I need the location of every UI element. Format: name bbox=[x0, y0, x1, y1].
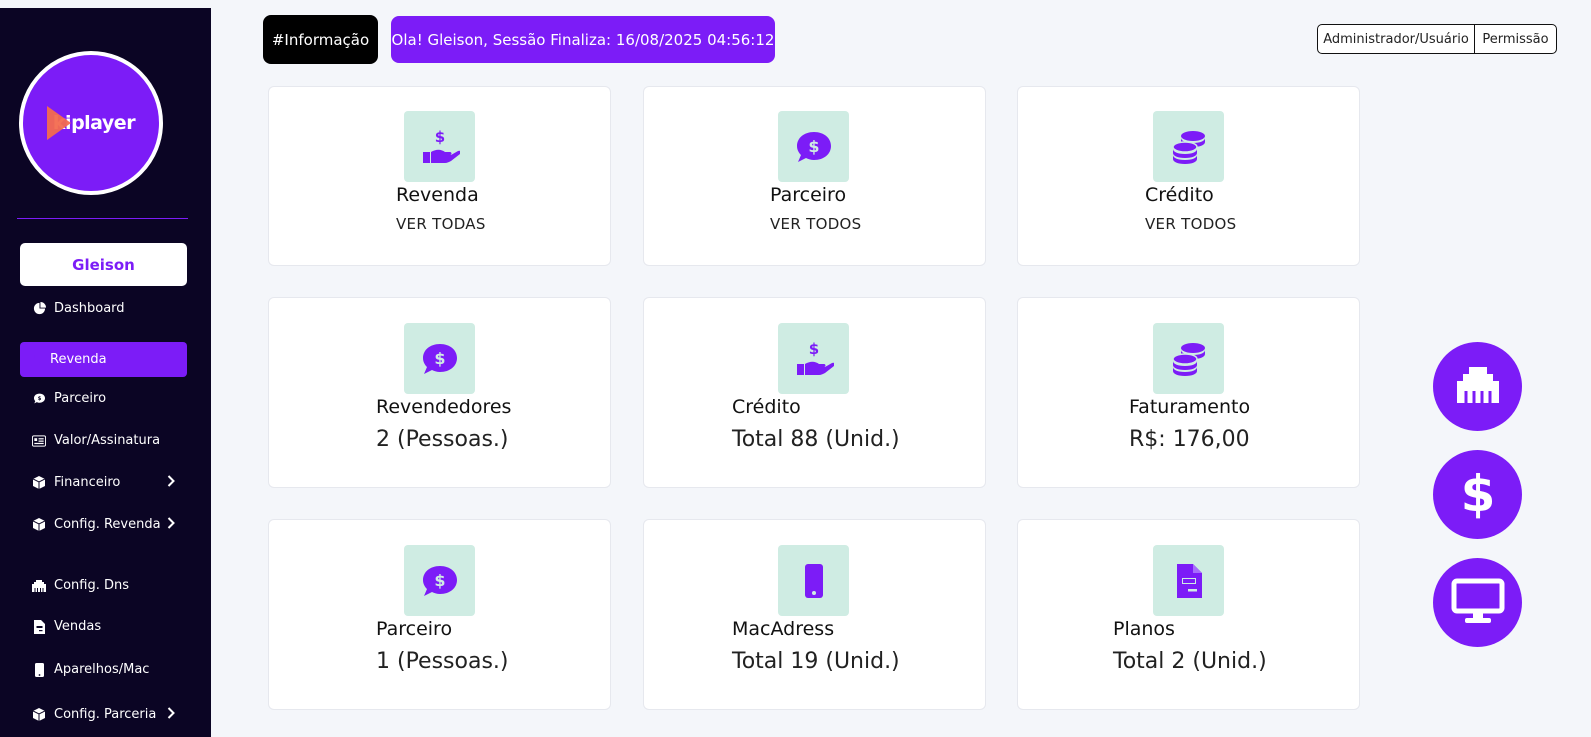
comment-dollar-icon bbox=[778, 111, 849, 182]
logo-mark: kiplayer bbox=[46, 106, 136, 140]
coins-icon bbox=[1153, 323, 1224, 394]
info-badge[interactable]: #Informação bbox=[263, 15, 378, 64]
permission-button[interactable]: Permissão bbox=[1474, 24, 1557, 54]
card-value: 1 (Pessoas.) bbox=[376, 649, 509, 674]
card-title: Parceiro bbox=[376, 618, 453, 640]
sidebar-item-label: Parceiro bbox=[54, 391, 107, 406]
logo[interactable]: kiplayer bbox=[19, 51, 163, 195]
sidebar-item-label: Config. Revenda bbox=[54, 517, 161, 532]
mobile-icon bbox=[32, 662, 46, 677]
card-planos: Planos Total 2 (Unid.) bbox=[1017, 519, 1360, 710]
view-all-link[interactable]: VER TODOS bbox=[770, 215, 861, 233]
sidebar-item-valor-assinatura[interactable]: Valor/Assinatura bbox=[20, 423, 187, 458]
sidebar-item-parceiro[interactable]: $ Parceiro bbox=[20, 381, 187, 416]
comment-dollar-icon: $ bbox=[32, 392, 46, 406]
card-title: Parceiro bbox=[770, 184, 847, 206]
chevron-right-icon bbox=[167, 516, 175, 533]
sidebar-item-financeiro[interactable]: Financeiro bbox=[20, 465, 187, 500]
card-title: Planos bbox=[1113, 618, 1175, 640]
sidebar-item-label: Financeiro bbox=[54, 475, 121, 490]
card-title: Crédito bbox=[732, 396, 801, 418]
desktop-icon bbox=[1451, 578, 1505, 628]
card-credito[interactable]: Crédito VER TODOS bbox=[1017, 86, 1360, 266]
sidebar-item-aparelhos-mac[interactable]: Aparelhos/Mac bbox=[20, 652, 187, 687]
coins-icon bbox=[1153, 111, 1224, 182]
sidebar-item-label: Vendas bbox=[54, 619, 102, 634]
comment-dollar-icon bbox=[404, 545, 475, 616]
card-value: Total 19 (Unid.) bbox=[732, 649, 900, 674]
card-parceiro-total: Parceiro 1 (Pessoas.) bbox=[268, 519, 611, 710]
sidebar-item-label: Config. Parceria bbox=[54, 707, 157, 722]
sidebar-item-dashboard[interactable]: Dashboard bbox=[20, 291, 187, 326]
card-revenda[interactable]: Revenda VER TODAS bbox=[268, 86, 611, 266]
file-invoice-icon bbox=[32, 619, 46, 634]
ethernet-icon bbox=[32, 579, 46, 593]
sidebar: kiplayer Gleison Dashboard Revenda $ Par… bbox=[0, 8, 211, 737]
card-credito-total: Crédito Total 88 (Unid.) bbox=[643, 297, 986, 488]
hand-dollar-icon bbox=[404, 111, 475, 182]
card-value: 2 (Pessoas.) bbox=[376, 427, 509, 452]
card-title: MacAdress bbox=[732, 618, 835, 640]
ethernet-action-button[interactable] bbox=[1433, 342, 1522, 431]
cube-icon bbox=[32, 708, 46, 722]
play-logo-icon bbox=[46, 106, 71, 140]
card-title: Revendedores bbox=[376, 396, 512, 418]
sidebar-item-config-revenda[interactable]: Config. Revenda bbox=[20, 507, 187, 542]
mobile-icon bbox=[778, 545, 849, 616]
sidebar-item-label: Valor/Assinatura bbox=[54, 433, 161, 448]
comment-dollar-icon bbox=[404, 323, 475, 394]
card-faturamento: Faturamento R$: 176,00 bbox=[1017, 297, 1360, 488]
card-parceiro[interactable]: Parceiro VER TODOS bbox=[643, 86, 986, 266]
hand-dollar-icon bbox=[28, 353, 42, 367]
view-all-link[interactable]: VER TODOS bbox=[1145, 215, 1236, 233]
sidebar-divider bbox=[17, 218, 188, 219]
svg-text:$: $ bbox=[1460, 465, 1495, 521]
sidebar-item-label: Aparelhos/Mac bbox=[54, 662, 150, 677]
sidebar-item-config-parceria[interactable]: Config. Parceria bbox=[20, 697, 187, 732]
card-value: Total 88 (Unid.) bbox=[732, 427, 900, 452]
sidebar-item-config-dns[interactable]: Config. Dns bbox=[20, 568, 187, 603]
admin-user-button[interactable]: Administrador/Usuário bbox=[1317, 24, 1475, 54]
sidebar-item-label: Dashboard bbox=[54, 301, 125, 316]
card-value: Total 2 (Unid.) bbox=[1113, 649, 1267, 674]
chevron-right-icon bbox=[167, 474, 175, 491]
hand-dollar-icon bbox=[778, 323, 849, 394]
sidebar-item-vendas[interactable]: Vendas bbox=[20, 609, 187, 644]
sidebar-item-label: Revenda bbox=[50, 352, 107, 367]
card-title: Crédito bbox=[1145, 184, 1214, 206]
cube-icon bbox=[32, 476, 46, 490]
chevron-right-icon bbox=[167, 706, 175, 723]
file-invoice-icon bbox=[1153, 545, 1224, 616]
user-button[interactable]: Gleison bbox=[20, 243, 187, 286]
card-macadress: MacAdress Total 19 (Unid.) bbox=[643, 519, 986, 710]
cube-icon bbox=[32, 518, 46, 532]
card-value: R$: 176,00 bbox=[1129, 427, 1250, 452]
card-revendedores: Revendedores 2 (Pessoas.) bbox=[268, 297, 611, 488]
dollar-icon: $ bbox=[1458, 465, 1498, 525]
dollar-action-button[interactable]: $ bbox=[1433, 450, 1522, 539]
ethernet-icon bbox=[1455, 365, 1501, 409]
card-title: Faturamento bbox=[1129, 396, 1251, 418]
id-card-icon bbox=[32, 434, 46, 448]
chart-pie-icon bbox=[32, 302, 46, 316]
session-banner: Ola! Gleison, Sessão Finaliza: 16/08/202… bbox=[391, 16, 775, 63]
view-all-link[interactable]: VER TODAS bbox=[396, 215, 486, 233]
sidebar-item-label: Config. Dns bbox=[54, 578, 129, 593]
desktop-action-button[interactable] bbox=[1433, 558, 1522, 647]
card-title: Revenda bbox=[396, 184, 479, 206]
svg-text:$: $ bbox=[37, 396, 41, 402]
sidebar-item-revenda[interactable]: Revenda bbox=[20, 342, 187, 377]
